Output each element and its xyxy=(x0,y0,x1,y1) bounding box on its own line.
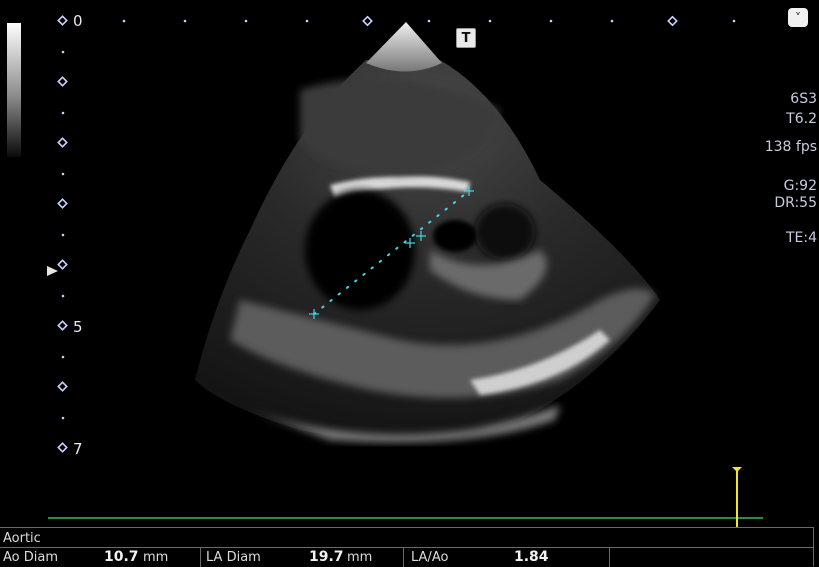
measurement-row: Ao Diam 10.7 mm LA Diam 19.7 mm LA/Ao 1.… xyxy=(0,547,813,567)
measurement-panel-title: Aortic xyxy=(3,531,41,546)
depth-scale xyxy=(57,15,68,453)
ao-diam-unit: mm xyxy=(143,550,169,565)
te-label: TE:4 xyxy=(785,230,817,246)
la-diam-unit: mm xyxy=(347,550,373,565)
ultrasound-viewport xyxy=(48,15,763,527)
probe-nearfield xyxy=(366,22,442,72)
lateral-scale xyxy=(122,15,736,27)
la-diam-label: LA Diam xyxy=(206,550,261,565)
measurement-panel: Aortic Ao Diam 10.7 mm LA Diam 19.7 mm L… xyxy=(0,527,814,567)
ao-diam-label: Ao Diam xyxy=(3,550,59,565)
probe-label: 6S3 xyxy=(790,91,817,107)
la-ao-cell[interactable]: LA/Ao 1.84 xyxy=(404,548,610,567)
grayscale-bar xyxy=(7,23,21,157)
chevron-down-icon[interactable]: ˅ xyxy=(788,8,808,27)
gain-label: G:92 xyxy=(783,178,817,194)
ao-diam-cell[interactable]: Ao Diam 10.7 mm xyxy=(0,548,201,567)
frequency-label: T6.2 xyxy=(786,111,817,127)
dynamic-range-label: DR:55 xyxy=(774,195,817,211)
depth-label-7: 7 xyxy=(73,440,83,458)
la-ao-value: 1.84 xyxy=(514,549,549,565)
t-marker-icon[interactable]: T xyxy=(456,28,476,48)
la-diam-cell[interactable]: LA Diam 19.7 mm xyxy=(201,548,404,567)
depth-label-5: 5 xyxy=(73,318,83,336)
depth-label-0: 0 xyxy=(73,12,83,30)
frame-rate-label: 138 fps xyxy=(764,139,817,155)
ao-diam-value: 10.7 xyxy=(104,549,139,565)
focus-marker[interactable] xyxy=(47,266,58,276)
la-diam-value: 19.7 xyxy=(309,549,344,565)
la-ao-label: LA/Ao xyxy=(411,550,449,565)
